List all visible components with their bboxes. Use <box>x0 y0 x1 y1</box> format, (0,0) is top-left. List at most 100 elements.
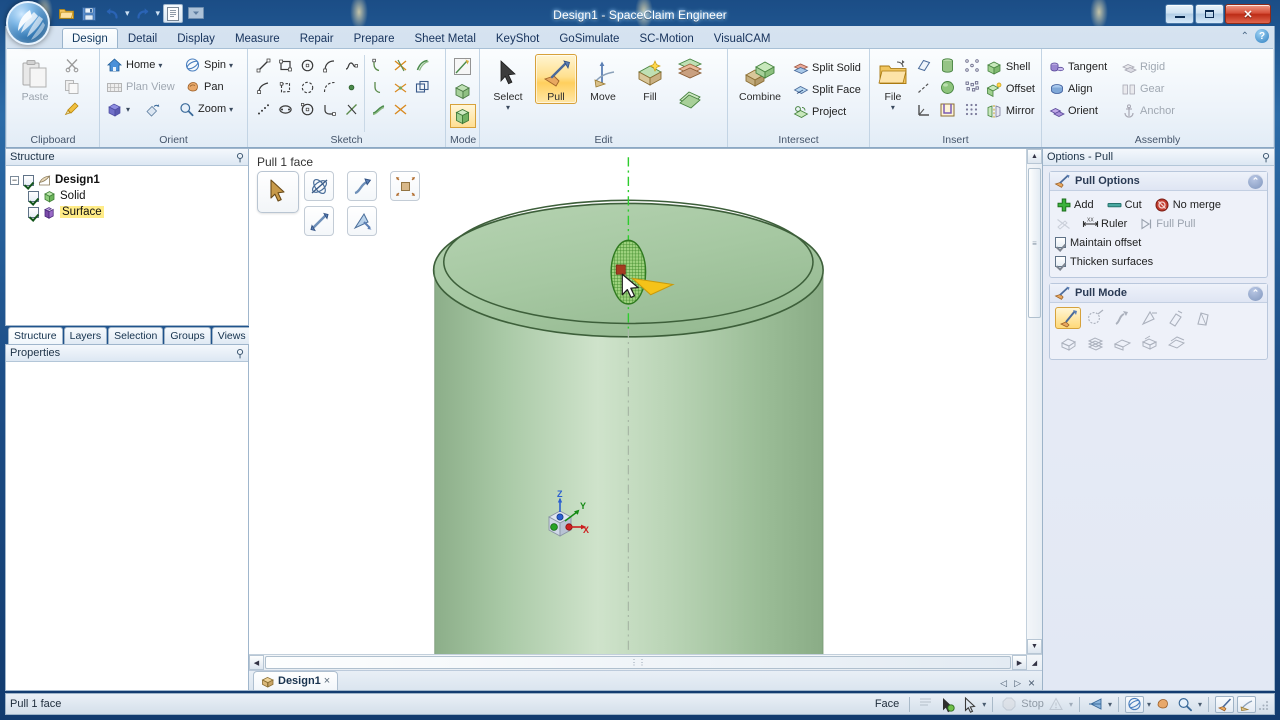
panel-tab-structure[interactable]: Structure <box>8 327 63 344</box>
home-button[interactable]: Home ▾ <box>104 54 182 76</box>
redo-icon[interactable] <box>133 4 153 23</box>
tab-keyshot[interactable]: KeyShot <box>486 28 549 48</box>
minimize-button[interactable] <box>1165 4 1194 24</box>
tab-design[interactable]: Design <box>62 28 118 48</box>
pull-options-header[interactable]: Pull Options ⌃ <box>1050 172 1267 191</box>
scroll-up-button[interactable]: ▲ <box>1027 149 1042 164</box>
document-tab-close-icon[interactable]: × <box>324 675 330 687</box>
tab-detail[interactable]: Detail <box>118 28 167 48</box>
copy-button[interactable] <box>61 76 82 98</box>
split-face-button[interactable]: Split Face <box>790 79 863 101</box>
three-d-mode-button[interactable] <box>449 104 476 128</box>
tree-node-solid[interactable]: Solid <box>10 188 244 204</box>
sketch-ellipse-tool[interactable] <box>274 98 296 120</box>
mini-scale-body-button[interactable] <box>390 171 420 201</box>
cut-option[interactable]: Cut <box>1106 196 1142 213</box>
ruler-option[interactable]: XX Ruler <box>1082 215 1127 232</box>
doc-nav-close-icon[interactable]: × <box>1028 676 1035 690</box>
plan-view-button[interactable]: Plan View <box>104 76 182 98</box>
sketch-line-tool[interactable] <box>252 54 274 76</box>
open-icon[interactable] <box>56 4 76 23</box>
scroll-left-button[interactable]: ◀ <box>249 655 264 670</box>
3d-viewport[interactable]: Pull 1 face Z X Y <box>249 149 1026 654</box>
anchor-button[interactable]: Anchor <box>1118 100 1177 122</box>
panel-tab-layers[interactable]: Layers <box>63 327 108 344</box>
viewport-horizontal-scrollbar[interactable]: ◀ ⋮⋮ ▶ ◢ <box>249 654 1042 670</box>
pull-mode-pivot[interactable] <box>1136 331 1162 353</box>
horizontal-scroll-thumb[interactable]: ⋮⋮ <box>265 656 1011 669</box>
sketch-mode-button[interactable] <box>450 54 476 78</box>
panel-tab-views[interactable]: Views <box>211 327 252 344</box>
pull-icon[interactable] <box>1215 695 1234 713</box>
viewport-resize-grip[interactable]: ◢ <box>1027 655 1042 670</box>
tree-node-surface[interactable]: Surface <box>10 204 244 220</box>
sketch-circle-tool[interactable] <box>296 54 318 76</box>
scroll-right-button[interactable]: ▶ <box>1012 655 1027 670</box>
offset-button[interactable]: Offset <box>984 78 1037 100</box>
section-mode-button[interactable] <box>450 79 476 103</box>
tab-display[interactable]: Display <box>167 28 225 48</box>
pull-mode-round[interactable] <box>1082 307 1108 329</box>
insert-linear-pattern-button[interactable] <box>961 98 983 120</box>
resize-grip-icon[interactable] <box>1256 697 1270 711</box>
structure-pin-icon[interactable]: ⚲ <box>236 151 244 164</box>
tab-measure[interactable]: Measure <box>225 28 290 48</box>
properties-icon[interactable] <box>163 4 184 23</box>
tab-prepare[interactable]: Prepare <box>344 28 405 48</box>
pull-mode-offset[interactable] <box>1055 307 1081 329</box>
pull-mode-draft[interactable] <box>1190 307 1216 329</box>
expander-icon[interactable]: − <box>10 175 19 185</box>
tree-checkbox[interactable] <box>28 206 39 218</box>
tree-node-design1[interactable]: − Design1 <box>10 172 244 188</box>
sketch-corner-tool[interactable] <box>367 54 389 76</box>
insert-origin-button[interactable] <box>913 98 935 120</box>
sketch-project-to-sketch-tool[interactable] <box>411 76 433 98</box>
document-tab-design1[interactable]: Design1 × <box>253 671 339 690</box>
undo-icon[interactable] <box>102 4 122 23</box>
maximize-button[interactable] <box>1195 4 1224 24</box>
pull-mode-tangent[interactable] <box>1055 331 1081 353</box>
mini-select-cursor-button[interactable] <box>257 171 299 213</box>
clip-icon[interactable] <box>1086 696 1105 713</box>
insert-sphere-button[interactable] <box>936 76 960 98</box>
pull-button[interactable]: Pull <box>535 54 577 104</box>
rigid-button[interactable]: Rigid <box>1118 56 1177 78</box>
sketch-three-point-arc-tool[interactable] <box>318 76 340 98</box>
sketch-trim-away-tool[interactable] <box>389 54 411 76</box>
sketch-spline-tool[interactable] <box>340 54 362 76</box>
collapse-chevron-icon[interactable]: ⌃ <box>1248 285 1263 301</box>
no-merge-option[interactable]: No merge <box>1154 196 1221 213</box>
doc-nav-prev-icon[interactable]: ◁ <box>1000 678 1007 689</box>
sketch-points-tool[interactable] <box>252 98 274 120</box>
spin-dropdown-arrow[interactable]: ▾ <box>1147 700 1151 709</box>
pull-mode-scale[interactable] <box>1163 331 1189 353</box>
vertical-scroll-thumb[interactable]: ≡ <box>1028 168 1041 318</box>
collapse-chevron-icon[interactable]: ⌃ <box>1248 173 1263 189</box>
blend-bottom-button[interactable] <box>674 86 706 112</box>
help-icon[interactable]: ? <box>1255 29 1269 43</box>
zoom-icon[interactable] <box>1176 696 1195 713</box>
clip-dropdown-arrow[interactable]: ▾ <box>1108 700 1112 709</box>
undo-dropdown-arrow[interactable]: ▾ <box>125 8 130 19</box>
add-option[interactable]: Add <box>1055 196 1094 213</box>
close-button[interactable]: ✕ <box>1225 4 1271 24</box>
cut-button[interactable] <box>61 54 82 76</box>
view-cube-dropdown-arrow[interactable]: ▾ <box>126 105 130 113</box>
gear-button[interactable]: Gear <box>1118 78 1177 100</box>
maintain-offset-checkbox[interactable] <box>1055 237 1066 248</box>
sketch-arc-tool[interactable] <box>318 54 340 76</box>
select-dropdown-arrow[interactable]: ▾ <box>506 104 510 112</box>
zoom-button[interactable]: Zoom ▾ <box>176 98 235 120</box>
format-painter-button[interactable] <box>61 98 82 120</box>
sketch-round-corner-tool[interactable] <box>367 76 389 98</box>
zoom-dropdown-arrow[interactable]: ▾ <box>1198 700 1202 709</box>
sketch-rectangle-tool[interactable] <box>274 54 296 76</box>
sketch-polygon-tool[interactable] <box>274 76 296 98</box>
view-cube-button[interactable]: ▾ <box>104 98 142 120</box>
sketch-trim-tool[interactable] <box>340 98 362 120</box>
spin-icon[interactable] <box>1124 695 1144 713</box>
mini-sweep-button[interactable] <box>347 171 377 201</box>
file-button[interactable]: File ▾ <box>874 54 912 112</box>
pull-mode-blend[interactable] <box>1082 331 1108 353</box>
home-dropdown-arrow[interactable]: ▾ <box>158 61 162 69</box>
